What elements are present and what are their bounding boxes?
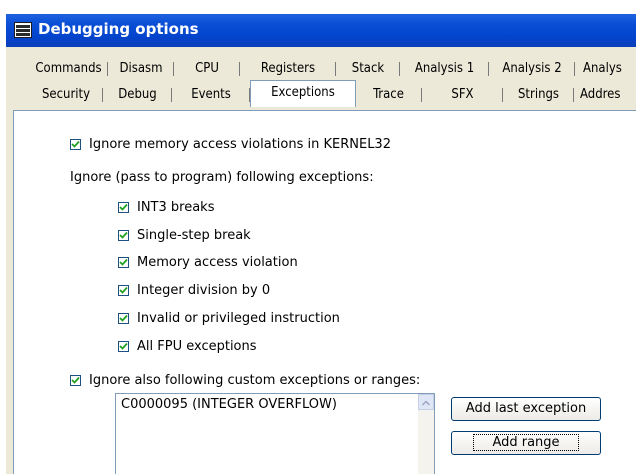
tab-registers[interactable]: Registers (240, 58, 336, 80)
tab-analysis-3[interactable]: Analys (575, 58, 636, 80)
tab-commands[interactable]: Commands (29, 58, 108, 80)
tab-addresses[interactable]: Addres (574, 84, 636, 106)
window-menu-icon[interactable] (14, 22, 32, 38)
list-item[interactable]: C0000095 (INTEGER OVERFLOW) (121, 397, 337, 412)
check-mark-icon (119, 286, 128, 294)
check-mark-icon (119, 203, 128, 211)
chevron-up-icon (421, 400, 431, 406)
add-last-exception-label: Add last exception (465, 401, 587, 416)
tab-trace[interactable]: Trace (355, 84, 422, 106)
scroll-up-button[interactable] (418, 394, 434, 410)
memory-access-label[interactable]: Memory access violation (137, 255, 298, 270)
invalid-instruction-checkbox[interactable] (118, 313, 129, 324)
ignore-kernel32-label[interactable]: Ignore memory access violations in KERNE… (89, 137, 391, 152)
custom-exceptions-label[interactable]: Ignore also following custom exceptions … (89, 373, 420, 388)
title-bar[interactable]: Debugging options (6, 14, 636, 47)
int3-breaks-checkbox[interactable] (118, 202, 129, 213)
custom-exceptions-list[interactable]: C0000095 (INTEGER OVERFLOW) (115, 393, 435, 474)
tab-exceptions[interactable]: Exceptions (250, 80, 356, 107)
tab-sfx[interactable]: SFX (422, 84, 503, 106)
check-mark-icon (119, 342, 128, 350)
tab-analysis-1[interactable]: Analysis 1 (400, 58, 489, 80)
tab-security[interactable]: Security (29, 84, 103, 106)
debugging-options-window: Debugging options Commands Disasm CPU Re… (6, 14, 636, 474)
integer-division-checkbox[interactable] (118, 285, 129, 296)
tab-strings[interactable]: Strings (503, 84, 574, 106)
single-step-label[interactable]: Single-step break (137, 228, 251, 243)
ignore-exceptions-heading: Ignore (pass to program) following excep… (70, 170, 374, 185)
tab-stack[interactable]: Stack (336, 58, 400, 80)
integer-division-label[interactable]: Integer division by 0 (137, 283, 270, 298)
invalid-instruction-label[interactable]: Invalid or privileged instruction (137, 311, 340, 326)
int3-breaks-label[interactable]: INT3 breaks (137, 200, 214, 215)
check-mark-icon (71, 140, 80, 148)
tab-debug[interactable]: Debug (103, 84, 172, 106)
window-title: Debugging options (38, 20, 199, 38)
fpu-exceptions-checkbox[interactable] (118, 341, 129, 352)
check-mark-icon (71, 376, 80, 384)
single-step-checkbox[interactable] (118, 230, 129, 241)
add-last-exception-button[interactable]: Add last exception (451, 397, 601, 421)
tab-cpu[interactable]: CPU (174, 58, 240, 80)
check-mark-icon (119, 258, 128, 266)
tab-disasm[interactable]: Disasm (108, 58, 174, 80)
add-range-label: Add range (473, 434, 579, 451)
fpu-exceptions-label[interactable]: All FPU exceptions (137, 339, 257, 354)
custom-exceptions-checkbox[interactable] (70, 375, 81, 386)
tab-events[interactable]: Events (172, 84, 250, 106)
ignore-kernel32-checkbox[interactable] (70, 139, 81, 150)
check-mark-icon (119, 231, 128, 239)
check-mark-icon (119, 314, 128, 322)
add-range-button[interactable]: Add range (451, 431, 601, 455)
list-scrollbar[interactable] (418, 394, 434, 474)
exceptions-panel: Ignore memory access violations in KERNE… (13, 110, 636, 474)
tab-analysis-2[interactable]: Analysis 2 (489, 58, 575, 80)
memory-access-checkbox[interactable] (118, 257, 129, 268)
